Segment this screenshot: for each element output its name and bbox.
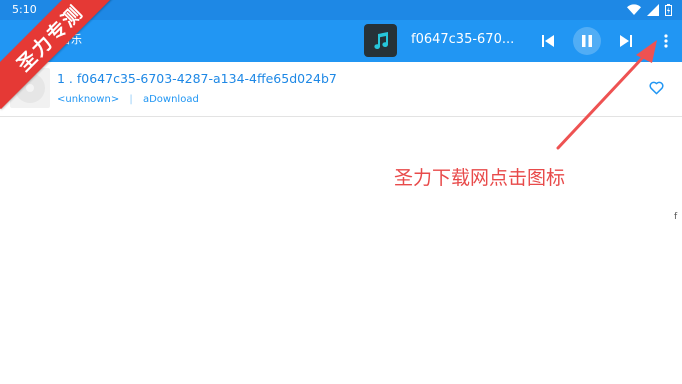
track-album: aDownload xyxy=(142,94,199,105)
pause-icon xyxy=(582,35,592,47)
wifi-icon xyxy=(627,4,641,15)
music-note-icon xyxy=(373,31,388,49)
pause-button[interactable] xyxy=(572,20,602,62)
now-playing-title[interactable]: f0647c35-670... xyxy=(411,32,521,48)
skip-previous-button[interactable] xyxy=(536,20,560,62)
track-list-item[interactable]: 1 . f0647c35-6703-4287-a134-4ffe65d024b7… xyxy=(0,62,682,117)
battery-icon xyxy=(665,4,672,16)
more-options-button[interactable] xyxy=(656,20,676,62)
skip-next-button[interactable] xyxy=(614,20,638,62)
track-title: 1 . f0647c35-6703-4287-a134-4ffe65d024b7 xyxy=(57,71,337,86)
meta-separator: | xyxy=(129,94,133,105)
app-toolbar: 音乐 f0647c35-670... xyxy=(0,20,682,62)
annotation-text: 圣力下载网点击图标 xyxy=(394,167,566,189)
now-playing-album-art[interactable] xyxy=(364,24,397,57)
heart-outline-icon xyxy=(648,81,664,95)
edge-glyph: f xyxy=(674,212,678,222)
signal-icon xyxy=(647,4,659,16)
status-time: 5:10 xyxy=(12,3,37,16)
track-meta: <unknown> | aDownload xyxy=(57,93,199,106)
track-artist: <unknown> xyxy=(57,94,120,105)
pause-button-background xyxy=(573,27,601,55)
more-vert-icon xyxy=(664,34,668,48)
skip-next-icon xyxy=(620,35,632,47)
skip-previous-icon xyxy=(542,35,554,47)
favorite-button[interactable] xyxy=(646,78,666,98)
status-icons xyxy=(627,3,672,17)
